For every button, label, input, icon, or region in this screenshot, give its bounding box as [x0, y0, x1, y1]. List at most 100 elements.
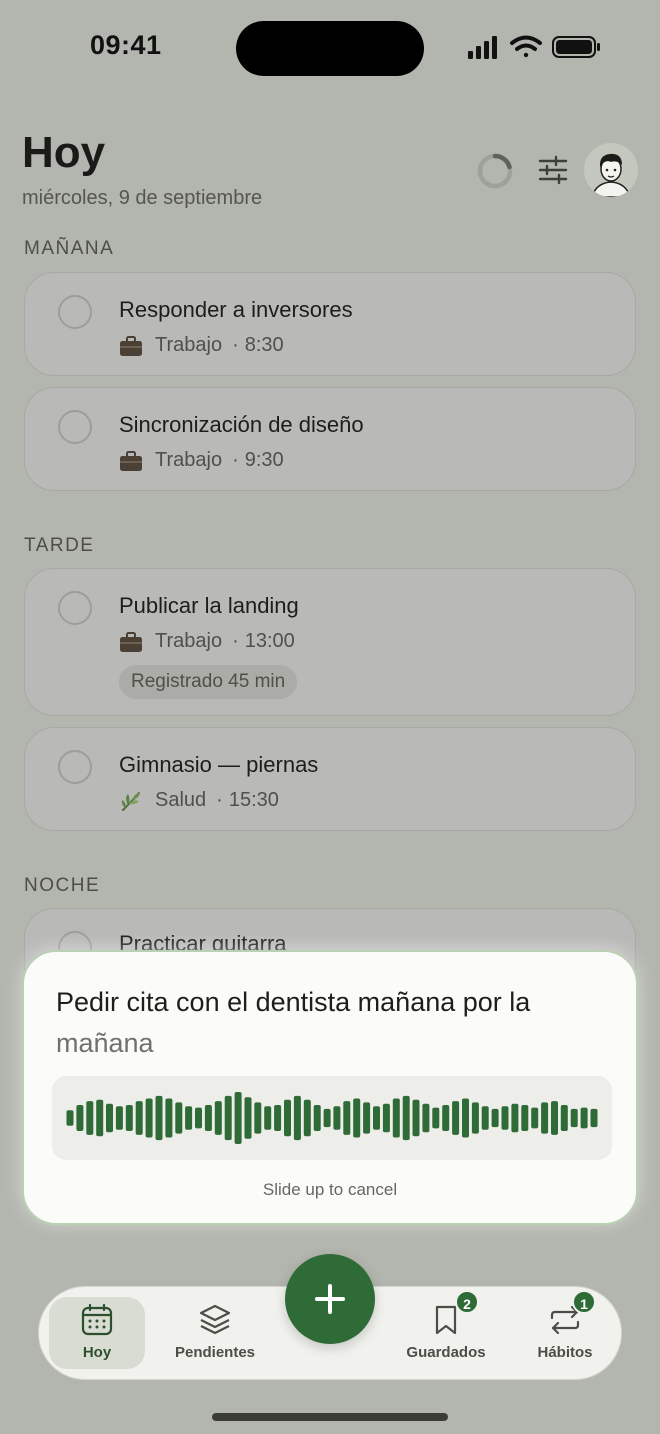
waveform-bar: [244, 1097, 252, 1139]
status-time: 09:41: [90, 30, 162, 60]
task-card[interactable]: Publicar la landing Trabajo · 13:00 Regi…: [24, 568, 636, 716]
task-title: Sincronización de diseño: [119, 412, 364, 437]
task-checkbox[interactable]: [58, 295, 92, 329]
waveform-bar: [551, 1101, 558, 1135]
waveform-bar: [521, 1105, 529, 1131]
waveform-bar: [481, 1106, 489, 1130]
avatar-portrait-icon: [591, 153, 631, 197]
task-meta: Trabajo · 13:00: [119, 630, 295, 653]
signal-icon: [468, 36, 497, 59]
task-card[interactable]: Gimnasio — piernas Salud · 15:30: [24, 727, 636, 831]
page-date: miércoles, 9 de septiembre: [22, 187, 263, 209]
tab-label: Hábitos: [537, 1344, 593, 1361]
page-title: Hoy: [22, 128, 106, 177]
waveform-bar: [115, 1106, 123, 1130]
progress-ring-icon[interactable]: [476, 152, 514, 190]
task-title: Publicar la landing: [119, 593, 299, 618]
waveform-bar: [214, 1101, 222, 1135]
waveform-bar: [254, 1102, 262, 1134]
wifi-icon: [510, 35, 542, 58]
waveform-bar: [155, 1095, 163, 1141]
filter-sliders-icon[interactable]: [537, 154, 569, 186]
waveform-bar: [224, 1095, 232, 1141]
briefcase-icon: [120, 450, 142, 471]
waveform-bar: [274, 1105, 282, 1131]
meta-separator: ·: [232, 334, 239, 356]
battery-icon: [552, 36, 600, 58]
waveform-bar: [402, 1095, 410, 1141]
voice-transcript: Pedir cita con el dentista mañana por la…: [56, 982, 616, 1064]
waveform-bar: [185, 1106, 193, 1130]
task-checkbox[interactable]: [58, 750, 92, 784]
cancel-hint: Slide up to cancel: [262, 1180, 398, 1199]
voice-input-panel[interactable]: Pedir cita con el dentista mañana por la…: [22, 950, 638, 1225]
tab-habits[interactable]: Hábitos: [515, 1297, 615, 1369]
task-meta: Trabajo · 8:30: [119, 334, 284, 357]
home-indicator[interactable]: [212, 1413, 448, 1421]
waveform-bar: [442, 1105, 450, 1131]
waveform-bar: [432, 1107, 440, 1129]
waveform-bar: [382, 1103, 390, 1133]
waveform-bar: [491, 1108, 499, 1128]
briefcase-icon: [120, 335, 142, 356]
tab-saved[interactable]: Guardados: [391, 1297, 501, 1369]
waveform-bar: [471, 1102, 479, 1134]
waveform-bar: [570, 1108, 578, 1128]
tab-label: Hoy: [82, 1344, 112, 1361]
briefcase-icon: [120, 631, 142, 652]
waveform-bar: [412, 1099, 420, 1137]
waveform-bar: [175, 1102, 183, 1134]
section-label-morning: MAÑANA: [24, 238, 115, 259]
waveform-bar: [125, 1105, 133, 1131]
waveform-bar: [284, 1099, 291, 1137]
waveform-bar: [293, 1095, 301, 1141]
waveform-bar: [76, 1105, 84, 1131]
task-checkbox[interactable]: [58, 410, 92, 444]
tab-pending[interactable]: Pendientes: [159, 1297, 271, 1369]
tab-label: Guardados: [406, 1344, 486, 1361]
waveform-bar: [323, 1108, 331, 1128]
waveform-bar: [531, 1107, 539, 1129]
habits-count-badge: 1: [572, 1290, 596, 1314]
saved-count-badge: 2: [455, 1290, 479, 1314]
meta-separator: ·: [216, 789, 223, 811]
tab-today[interactable]: Hoy: [49, 1297, 145, 1369]
task-time: 15:30: [228, 789, 279, 811]
waveform-bar: [313, 1105, 321, 1131]
waveform-bar: [195, 1107, 202, 1129]
waveform-bar: [363, 1102, 371, 1134]
transcript-pending: mañana: [56, 1028, 154, 1058]
task-time: 13:00: [244, 630, 295, 652]
waveform-bar: [501, 1106, 509, 1130]
task-checkbox[interactable]: [58, 591, 92, 625]
waveform-bar: [66, 1110, 74, 1126]
task-card[interactable]: Responder a inversores Trabajo · 8:30: [24, 272, 636, 376]
task-title: Gimnasio — piernas: [119, 752, 319, 777]
waveform-bar: [541, 1102, 549, 1134]
section-label-afternoon: TARDE: [24, 535, 95, 556]
waveform-bar: [204, 1105, 212, 1131]
layers-icon: [199, 1304, 231, 1335]
transcript-confirmed: Pedir cita con el dentista mañana por la: [56, 987, 531, 1017]
calendar-icon: [81, 1303, 113, 1336]
today-screen: 09:41 Hoy miércoles, 9 de septiembre MAÑ…: [0, 0, 660, 1434]
waveform-bar: [590, 1108, 598, 1128]
task-card[interactable]: Sincronización de diseño Trabajo · 9:30: [24, 387, 636, 491]
waveform-bar: [373, 1106, 380, 1130]
add-task-button[interactable]: [285, 1254, 375, 1344]
time-logged-chip: Registrado 45 min: [119, 665, 298, 699]
waveform-bar: [452, 1101, 460, 1135]
section-label-night: NOCHE: [24, 875, 101, 896]
waveform-bar: [135, 1101, 143, 1135]
audio-waveform: [66, 1092, 598, 1144]
meta-separator: ·: [232, 449, 239, 471]
waveform-bar: [422, 1103, 430, 1133]
waveform-bar: [264, 1106, 272, 1130]
task-category: Trabajo: [155, 334, 223, 356]
waveform-bar: [353, 1098, 361, 1138]
waveform-bar: [96, 1099, 104, 1137]
avatar[interactable]: [584, 143, 638, 197]
task-meta: Trabajo · 9:30: [119, 449, 284, 472]
task-meta: Salud · 15:30: [119, 789, 279, 812]
waveform-bar: [392, 1098, 400, 1138]
